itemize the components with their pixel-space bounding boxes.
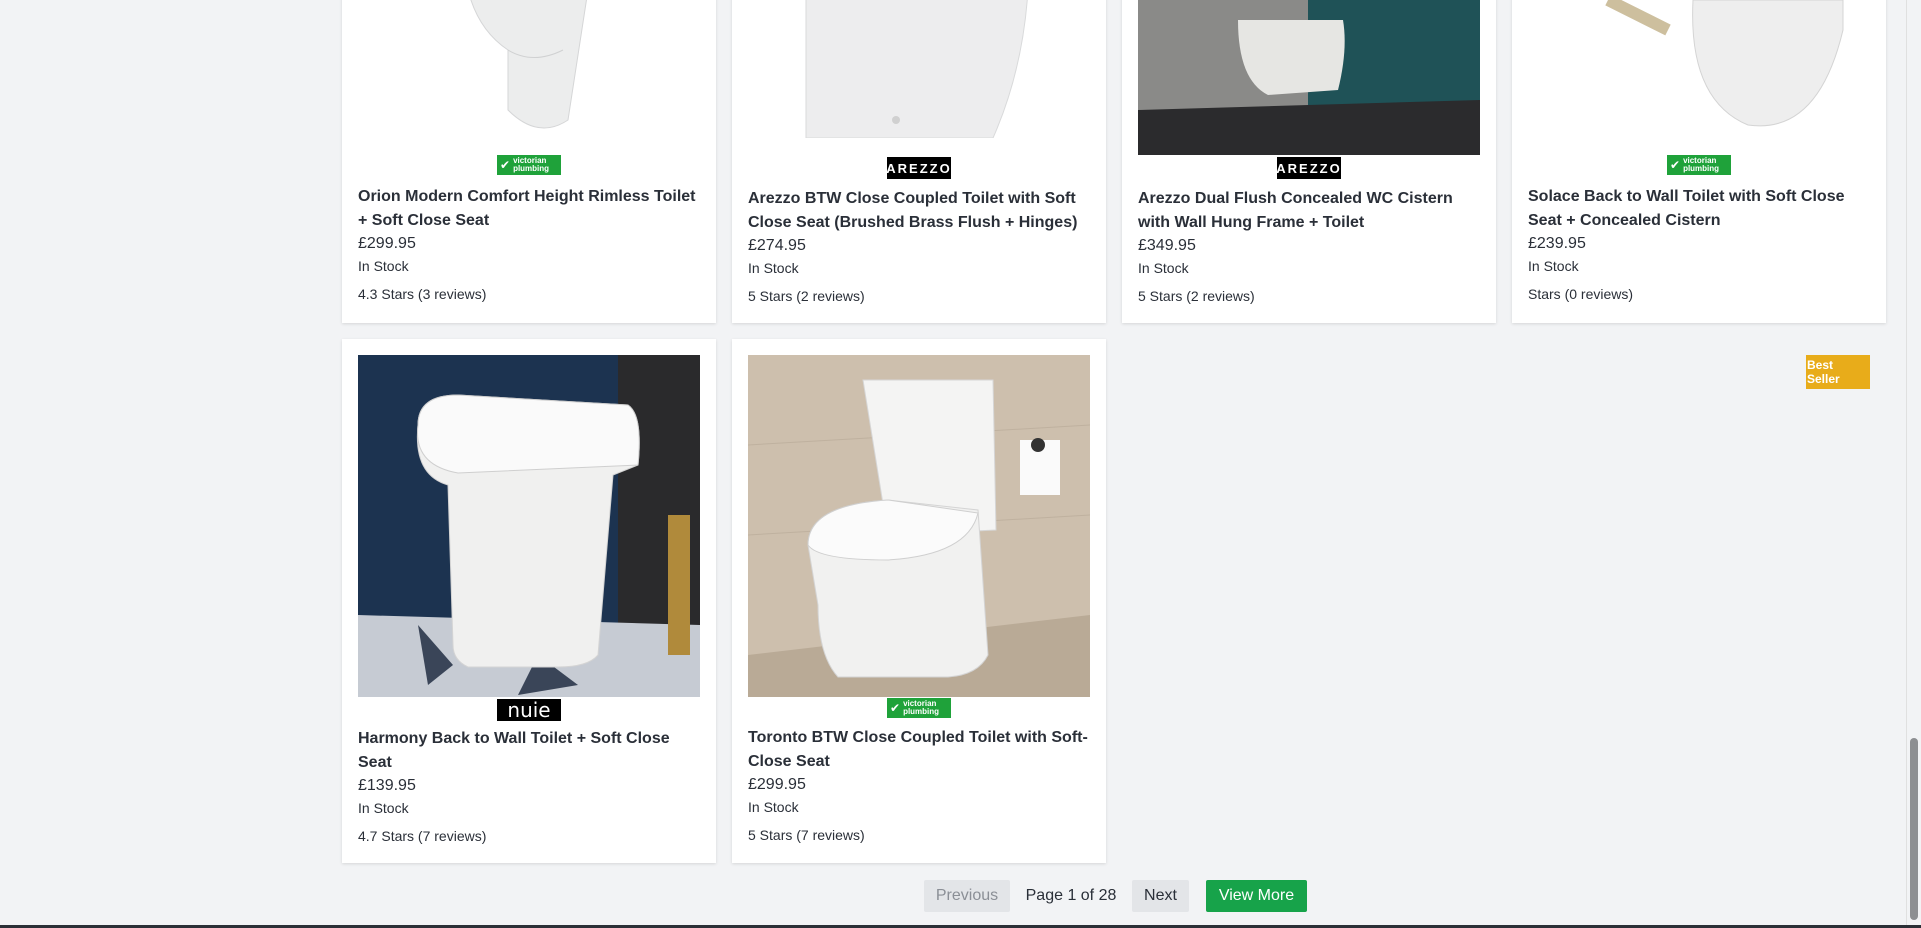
brand-logo: nuie <box>497 698 561 722</box>
stock-status: In Stock <box>748 260 799 276</box>
stock-status: In Stock <box>358 800 409 816</box>
product-card[interactable]: ✔ victorian plumbing Solace Back to Wall … <box>1512 0 1886 323</box>
scrollbar[interactable] <box>1906 0 1921 928</box>
product-price: £139.95 <box>358 777 416 794</box>
brand-logo: ✔ victorian plumbing <box>887 698 951 718</box>
brand-logo: ✔ victorian plumbing <box>1667 155 1731 175</box>
brand-logo: AREZZO <box>886 157 951 179</box>
page-indicator: Page 1 of 28 <box>1025 887 1117 904</box>
product-title[interactable]: Harmony Back to Wall Toilet + Soft Close… <box>358 727 698 775</box>
product-image[interactable] <box>358 0 700 138</box>
stock-status: In Stock <box>1528 258 1579 274</box>
previous-button[interactable]: Previous <box>924 880 1010 912</box>
product-title[interactable]: Arezzo BTW Close Coupled Toilet with Sof… <box>748 187 1088 235</box>
product-price: £299.95 <box>748 776 806 793</box>
brand-logo: ✔ victorian plumbing <box>497 155 561 175</box>
product-card[interactable]: nuie Harmony Back to Wall Toilet + Soft … <box>342 339 716 863</box>
product-reviews: 4.3 Stars (3 reviews) <box>358 286 487 302</box>
product-reviews: 5 Stars (7 reviews) <box>748 827 865 843</box>
product-reviews: 5 Stars (2 reviews) <box>1138 288 1255 304</box>
product-image[interactable] <box>358 355 700 697</box>
next-button[interactable]: Next <box>1132 880 1189 912</box>
product-title[interactable]: Arezzo Dual Flush Concealed WC Cistern w… <box>1138 187 1478 235</box>
product-reviews: 4.7 Stars (7 reviews) <box>358 828 487 844</box>
product-title[interactable]: Solace Back to Wall Toilet with Soft Clo… <box>1528 185 1868 233</box>
stock-status: In Stock <box>748 799 799 815</box>
product-price: £274.95 <box>748 237 806 254</box>
product-image[interactable] <box>748 355 1090 697</box>
product-card[interactable]: ✔ victorian plumbing Orion Modern Comfort… <box>342 0 716 323</box>
product-card[interactable]: AREZZO Arezzo BTW Close Coupled Toilet w… <box>732 0 1106 323</box>
product-card[interactable]: ✔ victorian plumbing Toronto BTW Close Co… <box>732 339 1106 863</box>
product-title[interactable]: Orion Modern Comfort Height Rimless Toil… <box>358 185 698 233</box>
product-card[interactable]: AREZZO Arezzo Dual Flush Concealed WC Ci… <box>1122 0 1496 323</box>
best-seller-badge: Best Seller <box>1806 355 1870 389</box>
product-reviews: 5 Stars (2 reviews) <box>748 288 865 304</box>
product-price: £299.95 <box>358 235 416 252</box>
view-more-button[interactable]: View More <box>1206 880 1307 912</box>
stock-status: In Stock <box>358 258 409 274</box>
product-title[interactable]: Toronto BTW Close Coupled Toilet with So… <box>748 726 1088 774</box>
scrollbar-thumb[interactable] <box>1910 738 1918 920</box>
product-image[interactable] <box>1138 0 1480 155</box>
product-image[interactable] <box>1528 0 1870 150</box>
product-reviews: Stars (0 reviews) <box>1528 286 1634 302</box>
stock-status: In Stock <box>1138 260 1189 276</box>
product-price: £349.95 <box>1138 237 1196 254</box>
product-price: £239.95 <box>1528 235 1586 252</box>
product-image[interactable] <box>748 0 1090 138</box>
brand-logo: AREZZO <box>1276 157 1341 179</box>
